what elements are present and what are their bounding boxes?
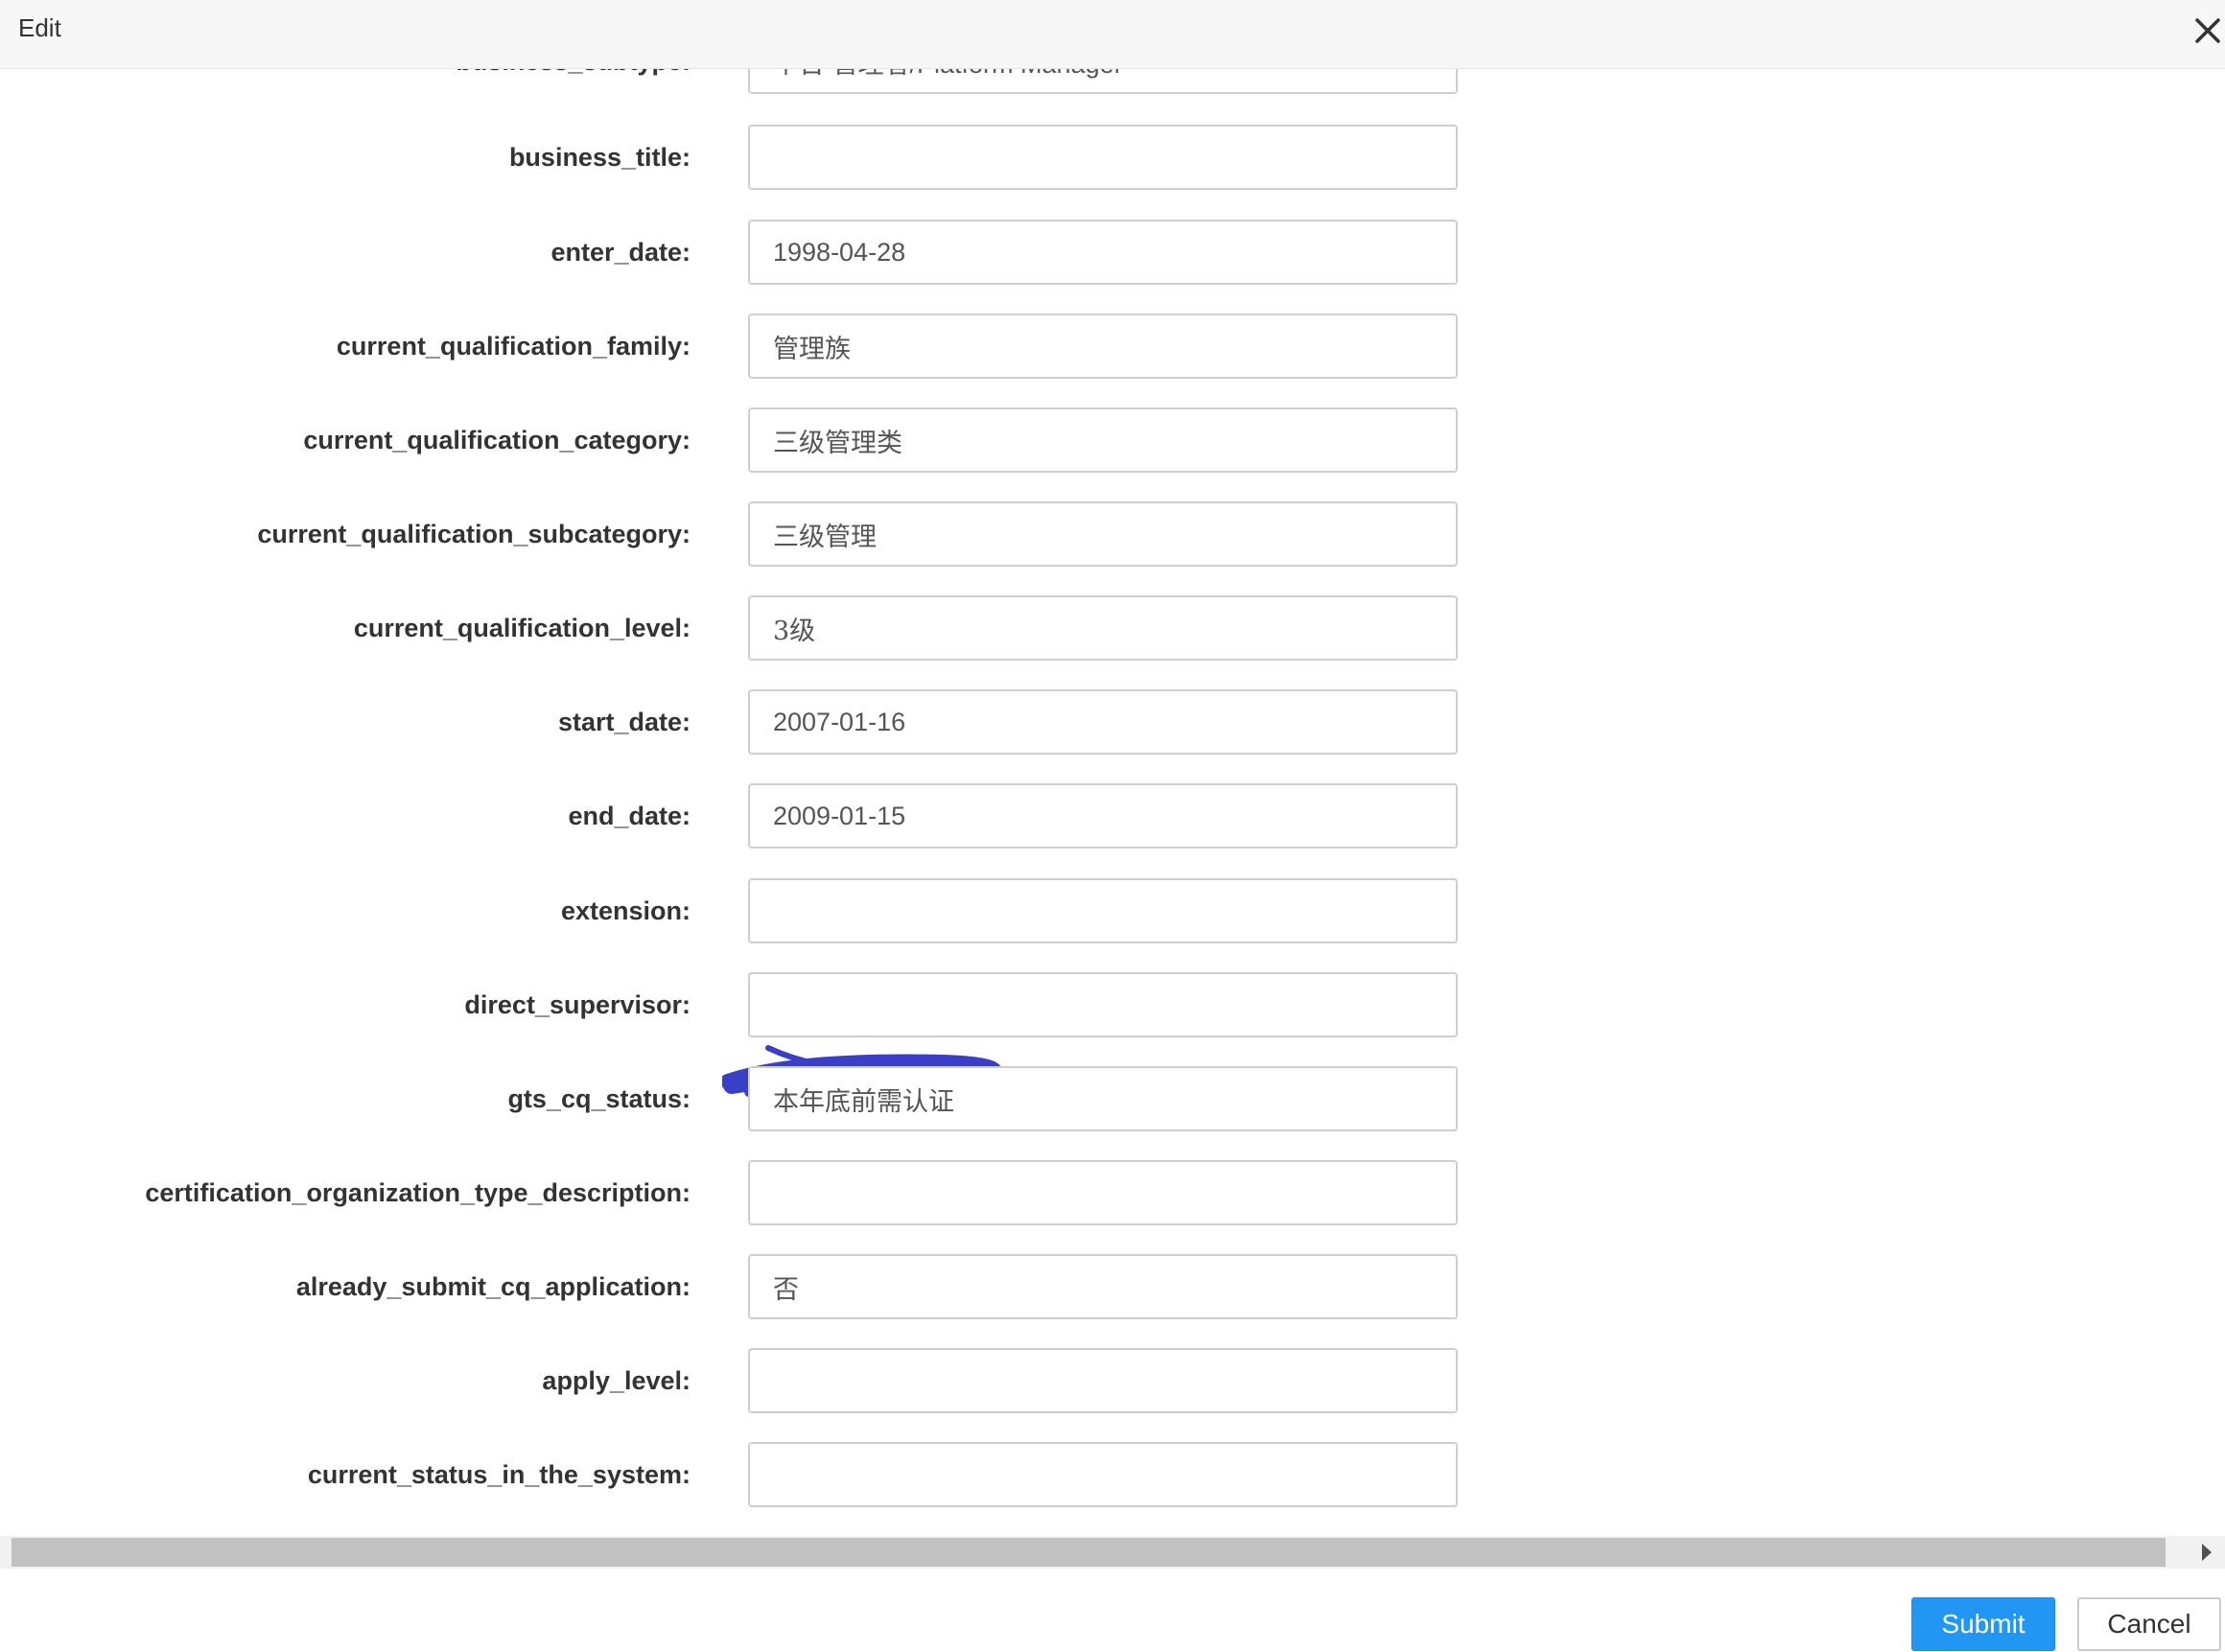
business-title-input[interactable] (748, 125, 1458, 190)
cancel-button[interactable]: Cancel (2077, 1597, 2221, 1651)
field-label: direct_supervisor: (464, 990, 691, 1019)
form-row-extension: extension: (0, 878, 2225, 943)
horizontal-scrollbar[interactable] (0, 1536, 2225, 1569)
field-label: current_qualification_category: (303, 426, 691, 454)
dialog-title: Edit (18, 13, 61, 42)
form-row-current-qualification-family: current_qualification_family: (0, 314, 2225, 379)
field-label: certification_organization_type_descript… (145, 1178, 691, 1207)
form-row-apply-level: apply_level: (0, 1348, 2225, 1413)
field-label: start_date: (557, 708, 691, 736)
dialog-body[interactable]: business_subtype: business_title: enter_… (0, 69, 2225, 1536)
close-icon[interactable] (2192, 15, 2223, 46)
field-label: current_status_in_the_system: (307, 1460, 691, 1489)
certification-organization-type-description-input[interactable] (748, 1160, 1458, 1225)
dialog-header: Edit (0, 0, 2225, 69)
field-label: business_subtype: (456, 69, 691, 94)
field-label: current_qualification_family: (336, 332, 691, 361)
start-date-input[interactable] (748, 689, 1458, 755)
edit-dialog: Edit business_subtype: business_title: e… (0, 0, 2225, 1652)
field-label: business_title: (508, 143, 691, 172)
form-row-direct-supervisor: direct_supervisor: (0, 972, 2225, 1037)
current-qualification-family-input[interactable] (748, 314, 1458, 379)
form-row-current-status-in-the-system: current_status_in_the_system: (0, 1442, 2225, 1507)
current-qualification-category-input[interactable] (748, 407, 1458, 473)
business-subtype-input[interactable] (748, 69, 1458, 94)
form-row-end-date: end_date: (0, 783, 2225, 849)
field-label: end_date: (568, 802, 691, 830)
form-row-current-qualification-level: current_qualification_level: (0, 595, 2225, 661)
field-label: apply_level: (542, 1366, 691, 1395)
form-row-already-submit-cq-application: already_submit_cq_application: (0, 1254, 2225, 1319)
field-label: gts_cq_status: (507, 1084, 691, 1113)
already-submit-cq-application-input[interactable] (748, 1254, 1458, 1319)
current-qualification-level-input[interactable] (748, 595, 1458, 661)
form-row-enter-date: enter_date: (0, 220, 2225, 285)
end-date-input[interactable] (748, 783, 1458, 849)
direct-supervisor-input[interactable] (748, 972, 1458, 1037)
form-row-start-date: start_date: (0, 689, 2225, 755)
form-row-current-qualification-subcategory: current_qualification_subcategory: (0, 501, 2225, 567)
field-label: current_qualification_subcategory: (257, 520, 691, 548)
submit-button[interactable]: Submit (1911, 1597, 2055, 1651)
field-label: extension: (560, 896, 691, 925)
extension-input[interactable] (748, 878, 1458, 943)
current-qualification-subcategory-input[interactable] (748, 501, 1458, 567)
field-label: already_submit_cq_application: (295, 1272, 691, 1301)
scrollbar-thumb[interactable] (12, 1538, 2166, 1567)
field-label: enter_date: (550, 238, 691, 267)
current-status-in-the-system-input[interactable] (748, 1442, 1458, 1507)
field-label: current_qualification_level: (353, 614, 691, 642)
form-row-gts-cq-status: gts_cq_status: (0, 1066, 2225, 1131)
dialog-footer: Submit Cancel (0, 1569, 2225, 1652)
gts-cq-status-input[interactable] (748, 1066, 1458, 1131)
form-row-certification-organization-type-description: certification_organization_type_descript… (0, 1160, 2225, 1225)
apply-level-input[interactable] (748, 1348, 1458, 1413)
form-row-current-qualification-category: current_qualification_category: (0, 407, 2225, 473)
form-row-business-title: business_title: (0, 125, 2225, 190)
form-row-business-subtype: business_subtype: (0, 69, 2225, 94)
scroll-right-arrow-icon[interactable] (2202, 1544, 2212, 1561)
enter-date-input[interactable] (748, 220, 1458, 285)
